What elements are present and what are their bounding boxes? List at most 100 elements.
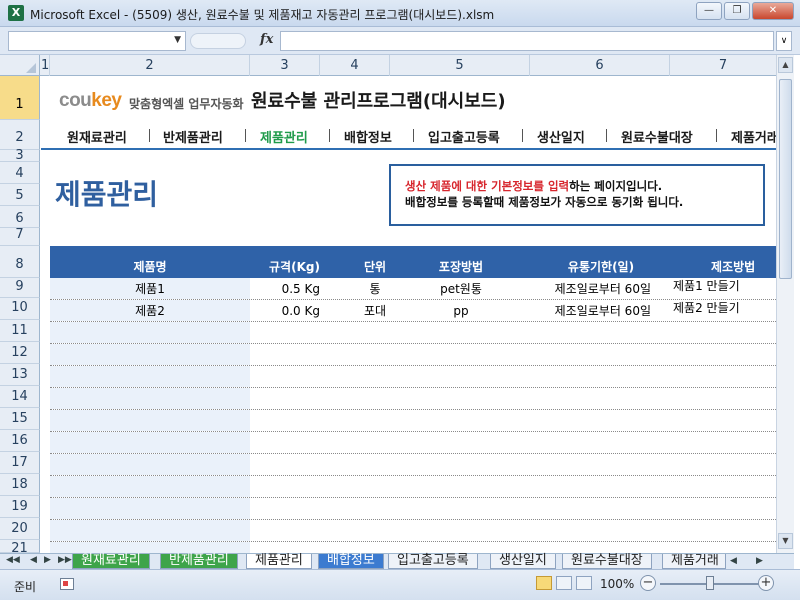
table-row[interactable] bbox=[50, 454, 776, 476]
table-row[interactable] bbox=[50, 498, 776, 520]
row-header[interactable]: 12 bbox=[0, 342, 40, 364]
zoom-slider-thumb[interactable] bbox=[706, 576, 714, 590]
tab-product-trade[interactable]: 제품거래 bbox=[662, 554, 726, 569]
row-header[interactable]: 5 bbox=[0, 184, 40, 206]
row-header[interactable]: 4 bbox=[0, 162, 40, 184]
row-header[interactable]: 17 bbox=[0, 452, 40, 474]
horizontal-scrollbar[interactable]: ◀ ▶ bbox=[728, 555, 790, 568]
column-header[interactable]: 2 bbox=[50, 55, 250, 76]
scroll-thumb[interactable] bbox=[779, 79, 792, 279]
cell-packaging[interactable]: pp bbox=[411, 300, 511, 321]
row-header[interactable]: 16 bbox=[0, 430, 40, 452]
row-header[interactable]: 2 bbox=[0, 120, 40, 150]
row-header[interactable]: 13 bbox=[0, 364, 40, 386]
cell-method-button[interactable]: 제품2 만들기 bbox=[673, 300, 776, 321]
row-header[interactable]: 19 bbox=[0, 496, 40, 518]
tab-semi-products[interactable]: 반제품관리 bbox=[160, 554, 238, 569]
close-button[interactable]: ✕ bbox=[752, 2, 794, 20]
normal-view-button[interactable] bbox=[536, 576, 552, 590]
tab-raw-materials[interactable]: 원재료관리 bbox=[72, 554, 150, 569]
row-header[interactable]: 18 bbox=[0, 474, 40, 496]
table-row[interactable] bbox=[50, 366, 776, 388]
next-sheet-icon[interactable]: ▶ bbox=[44, 555, 51, 565]
row-header[interactable]: 21 bbox=[0, 540, 40, 553]
scroll-up-icon[interactable]: ▲ bbox=[778, 57, 793, 73]
tab-products[interactable]: 제품관리 bbox=[246, 554, 312, 569]
table-row[interactable] bbox=[50, 344, 776, 366]
page-break-view-button[interactable] bbox=[576, 576, 592, 590]
cell-unit[interactable]: 통 bbox=[339, 278, 411, 299]
scroll-left-icon[interactable]: ◀ bbox=[730, 556, 737, 566]
formula-input[interactable] bbox=[280, 31, 774, 51]
menu-item-formula-info[interactable]: 배합정보 bbox=[344, 127, 392, 146]
table-row[interactable] bbox=[50, 410, 776, 432]
cell-method-button[interactable]: 제품1 만들기 bbox=[673, 278, 776, 299]
cell-shelf-life[interactable]: 제조일로부터 60일 bbox=[511, 300, 651, 321]
prev-sheet-icon[interactable]: ◀ bbox=[30, 555, 37, 565]
macro-record-icon[interactable] bbox=[60, 578, 74, 590]
menu-item-semi-products[interactable]: 반제품관리 bbox=[163, 127, 223, 146]
row-header[interactable]: 6 bbox=[0, 206, 40, 228]
row-header[interactable]: 1 bbox=[0, 76, 40, 120]
table-row[interactable]: 제품2 0.0 Kg 포대 pp 제조일로부터 60일 제품2 만들기 bbox=[50, 300, 776, 322]
first-sheet-icon[interactable]: ◀◀ bbox=[6, 555, 20, 565]
column-header[interactable]: 7 bbox=[670, 55, 776, 76]
scroll-down-icon[interactable]: ▼ bbox=[778, 533, 793, 549]
table-row[interactable] bbox=[50, 542, 776, 553]
menu-item-inout-register[interactable]: 입고출고등록 bbox=[428, 127, 500, 146]
row-header[interactable]: 10 bbox=[0, 298, 40, 320]
name-box[interactable]: ▼ bbox=[8, 31, 186, 51]
expand-formula-bar-button[interactable]: ∨ bbox=[776, 31, 792, 51]
chevron-down-icon[interactable]: ▼ bbox=[174, 35, 181, 45]
cell-packaging[interactable]: pet원통 bbox=[411, 278, 511, 299]
row-header[interactable]: 7 bbox=[0, 228, 40, 246]
row-header[interactable]: 20 bbox=[0, 518, 40, 540]
tab-inout-register[interactable]: 입고출고등록 bbox=[388, 554, 478, 569]
tab-material-ledger[interactable]: 원료수불대장 bbox=[562, 554, 652, 569]
excel-app-icon[interactable]: X bbox=[8, 5, 24, 21]
scroll-right-icon[interactable]: ▶ bbox=[756, 556, 763, 566]
restore-button[interactable]: ❐ bbox=[724, 2, 750, 20]
zoom-in-button[interactable]: + bbox=[758, 575, 774, 591]
select-all-corner[interactable] bbox=[0, 55, 40, 76]
cell-product-name[interactable]: 제품2 bbox=[50, 300, 250, 321]
vertical-scrollbar[interactable]: ▲ ▼ bbox=[776, 55, 794, 553]
insert-function-button[interactable]: fx bbox=[260, 32, 273, 47]
menu-item-production-log[interactable]: 생산일지 bbox=[537, 127, 585, 146]
table-row[interactable] bbox=[50, 432, 776, 454]
column-header[interactable]: 5 bbox=[390, 55, 530, 76]
minimize-button[interactable]: — bbox=[696, 2, 722, 20]
menu-item-product-trade[interactable]: 제품거래 bbox=[731, 127, 776, 146]
cell-unit[interactable]: 포대 bbox=[339, 300, 411, 321]
worksheet[interactable]: coukey 맞춤형엑셀 업무자동화 원료수불 관리프로그램(대시보드) 원재료… bbox=[41, 76, 776, 553]
row-header[interactable]: 9 bbox=[0, 278, 40, 298]
last-sheet-icon[interactable]: ▶▶ bbox=[58, 555, 72, 565]
cell-product-name[interactable]: 제품1 bbox=[50, 278, 250, 299]
table-row[interactable] bbox=[50, 322, 776, 344]
table-row[interactable] bbox=[50, 520, 776, 542]
row-header[interactable]: 11 bbox=[0, 320, 40, 342]
row-header[interactable]: 14 bbox=[0, 386, 40, 408]
formula-splitter[interactable] bbox=[190, 33, 246, 49]
row-header[interactable]: 8 bbox=[0, 246, 40, 278]
cell-spec[interactable]: 0.0 Kg bbox=[250, 300, 320, 321]
cell-shelf-life[interactable]: 제조일로부터 60일 bbox=[511, 278, 651, 299]
column-header[interactable]: 6 bbox=[530, 55, 670, 76]
row-header[interactable]: 15 bbox=[0, 408, 40, 430]
row-header[interactable]: 3 bbox=[0, 149, 40, 162]
page-layout-view-button[interactable] bbox=[556, 576, 572, 590]
menu-item-material-ledger[interactable]: 원료수불대장 bbox=[621, 127, 693, 146]
table-row[interactable] bbox=[50, 388, 776, 410]
zoom-out-button[interactable]: − bbox=[640, 575, 656, 591]
tab-production-log[interactable]: 생산일지 bbox=[490, 554, 556, 569]
cell-spec[interactable]: 0.5 Kg bbox=[250, 278, 320, 299]
column-header[interactable]: 4 bbox=[320, 55, 390, 76]
table-row[interactable] bbox=[50, 476, 776, 498]
column-header[interactable]: 3 bbox=[250, 55, 320, 76]
zoom-level[interactable]: 100% bbox=[600, 577, 634, 591]
table-row[interactable]: 제품1 0.5 Kg 통 pet원통 제조일로부터 60일 제품1 만들기 bbox=[50, 278, 776, 300]
menu-item-raw-materials[interactable]: 원재료관리 bbox=[67, 127, 127, 146]
menu-item-products[interactable]: 제품관리 bbox=[260, 127, 308, 146]
tab-formula-info[interactable]: 배합정보 bbox=[318, 554, 384, 569]
column-header[interactable]: 1 bbox=[41, 55, 50, 76]
